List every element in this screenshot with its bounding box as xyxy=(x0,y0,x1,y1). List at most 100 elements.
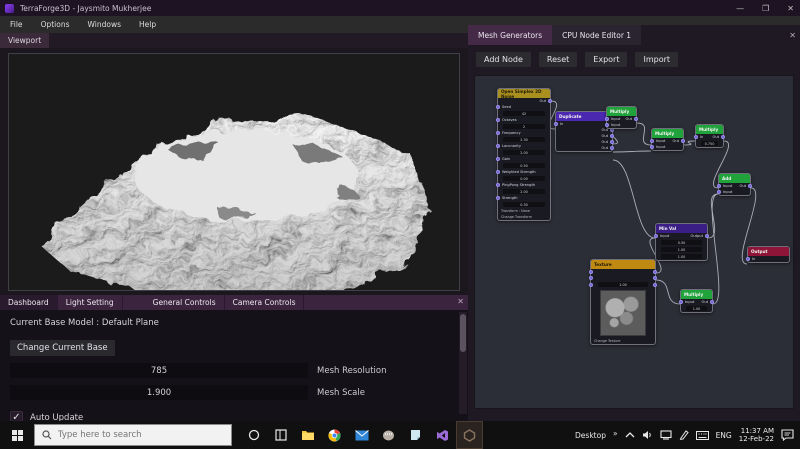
input-pin[interactable] xyxy=(496,196,500,200)
output-pin[interactable] xyxy=(653,276,657,280)
visual-studio-icon[interactable] xyxy=(429,421,456,449)
input-pin[interactable] xyxy=(746,257,750,261)
input-pin[interactable] xyxy=(654,234,658,238)
node-output[interactable]: Output In xyxy=(746,246,790,263)
menu-options[interactable]: Options xyxy=(41,20,70,29)
input-pin[interactable] xyxy=(605,117,609,121)
node-value-box[interactable]: 1.00 xyxy=(661,247,702,252)
node-min-val[interactable]: Min Val Input Output 0.50 1.00 1.00 xyxy=(654,223,709,261)
output-pin[interactable] xyxy=(610,146,614,150)
chrome-icon[interactable] xyxy=(321,421,348,449)
tray-clock[interactable]: 11:37 AM 12-Feb-22 xyxy=(739,427,774,444)
node-value-box[interactable]: 0.30 xyxy=(503,202,545,207)
output-pin[interactable] xyxy=(610,134,614,138)
node-wire[interactable] xyxy=(683,140,696,146)
touch-keyboard-icon[interactable] xyxy=(695,430,709,440)
export-button[interactable]: Export xyxy=(585,52,628,67)
output-pin[interactable] xyxy=(548,99,552,103)
volume-icon[interactable] xyxy=(642,430,653,440)
input-pin[interactable] xyxy=(589,276,593,280)
input-pin[interactable] xyxy=(496,131,500,135)
input-pin[interactable] xyxy=(694,135,698,139)
node-footer-text[interactable]: Change Transform xyxy=(498,214,550,220)
input-pin[interactable] xyxy=(650,139,654,143)
input-pin[interactable] xyxy=(496,157,500,161)
node-multiply[interactable]: Multiply Input Out Input xyxy=(650,128,685,151)
input-pin[interactable] xyxy=(605,123,609,127)
node-value-box[interactable]: 2.30 xyxy=(503,137,545,142)
viewport-3d-canvas[interactable] xyxy=(8,53,460,291)
dashboard-scrollbar[interactable] xyxy=(459,312,467,414)
reset-button[interactable]: Reset xyxy=(538,52,578,67)
node-value-box[interactable]: 1.00 xyxy=(686,306,707,311)
output-pin[interactable] xyxy=(610,140,614,144)
output-pin[interactable] xyxy=(653,270,657,274)
node-value-box[interactable]: 42 xyxy=(503,111,545,116)
tab-camera-controls[interactable]: Camera Controls xyxy=(225,295,305,310)
menu-file[interactable]: File xyxy=(10,20,23,29)
menu-windows[interactable]: Windows xyxy=(88,20,121,29)
node-multiply[interactable]: Multiply In Out 0.750 xyxy=(694,124,725,148)
node-value-box[interactable]: 0.00 xyxy=(503,176,545,181)
terraforge3d-taskbar-icon[interactable] xyxy=(456,421,483,449)
mesh-resolution-input[interactable]: 785 xyxy=(10,363,308,378)
notes-icon[interactable] xyxy=(402,421,429,449)
input-pin[interactable] xyxy=(496,118,500,122)
network-icon[interactable] xyxy=(660,430,672,440)
minimize-button[interactable]: — xyxy=(736,4,744,13)
node-editor-close-icon[interactable]: ✕ xyxy=(789,31,796,40)
node-value-box[interactable]: 0.750 xyxy=(701,141,718,146)
node-multiply[interactable]: Multiply Input Out 1.00 xyxy=(679,289,714,313)
node-open-simplex-2d-noise[interactable]: Open Simplex 2D Noise Out Seed 42 Octaves 2 Fr… xyxy=(496,88,552,221)
import-button[interactable]: Import xyxy=(635,52,679,67)
node-value-box[interactable]: 0.50 xyxy=(661,240,702,245)
mail-icon[interactable] xyxy=(348,421,375,449)
node-wire[interactable] xyxy=(612,150,652,153)
node-canvas[interactable]: Open Simplex 2D Noise Out Seed 42 Octaves 2 Fr… xyxy=(474,75,794,409)
search-input[interactable] xyxy=(58,430,208,440)
node-wire[interactable] xyxy=(711,193,720,305)
input-pin[interactable] xyxy=(717,184,721,188)
desktop-label[interactable]: Desktop xyxy=(575,431,606,440)
tab-mesh-generators[interactable]: Mesh Generators xyxy=(468,25,553,45)
mesh-scale-input[interactable]: 1.900 xyxy=(10,385,308,400)
file-explorer-icon[interactable] xyxy=(294,421,321,449)
output-pin[interactable] xyxy=(721,135,725,139)
tab-general-controls[interactable]: General Controls xyxy=(145,295,225,310)
task-view-icon[interactable] xyxy=(267,421,294,449)
tab-viewport[interactable]: Viewport xyxy=(0,33,50,48)
output-pin[interactable] xyxy=(705,234,709,238)
node-value-box[interactable]: 0.50 xyxy=(503,163,545,168)
node-multiply[interactable]: Multiply Input Out Input xyxy=(605,106,638,129)
node-footer-text[interactable]: Change Texture xyxy=(591,338,655,344)
close-button[interactable]: ✕ xyxy=(787,4,794,13)
node-value-box[interactable]: 2 xyxy=(503,124,545,129)
dashboard-scrollbar-thumb[interactable] xyxy=(460,314,466,352)
input-pin[interactable] xyxy=(589,270,593,274)
ink-workspace-icon[interactable] xyxy=(679,430,689,440)
node-value-box[interactable]: 1.00 xyxy=(661,254,702,259)
taskbar-search[interactable] xyxy=(34,424,232,446)
tab-dashboard[interactable]: Dashboard xyxy=(0,295,58,310)
gimp-icon[interactable] xyxy=(375,421,402,449)
action-center-icon[interactable] xyxy=(781,429,794,441)
menu-help[interactable]: Help xyxy=(139,20,156,29)
node-wire[interactable] xyxy=(655,279,681,305)
output-pin[interactable] xyxy=(634,117,638,121)
node-texture[interactable]: Texture 1.00 Change Texture xyxy=(589,259,657,345)
output-pin[interactable] xyxy=(710,300,714,304)
input-pin[interactable] xyxy=(496,183,500,187)
node-value-box[interactable]: 1.00 xyxy=(598,282,648,287)
node-value-box[interactable]: 2.00 xyxy=(503,189,545,194)
output-pin[interactable] xyxy=(653,282,657,287)
node-wire[interactable] xyxy=(612,159,656,239)
window-titlebar[interactable]: TerraForge3D - Jaysmito Mukherjee — ❐ ✕ xyxy=(0,0,800,16)
cortana-icon[interactable] xyxy=(240,421,267,449)
dashboard-close-icon[interactable]: ✕ xyxy=(457,297,464,306)
input-pin[interactable] xyxy=(717,190,721,194)
input-pin[interactable] xyxy=(554,122,558,126)
input-pin[interactable] xyxy=(496,170,500,174)
language-indicator[interactable]: ENG xyxy=(716,431,732,440)
start-button[interactable] xyxy=(0,421,34,449)
input-pin[interactable] xyxy=(650,145,654,149)
